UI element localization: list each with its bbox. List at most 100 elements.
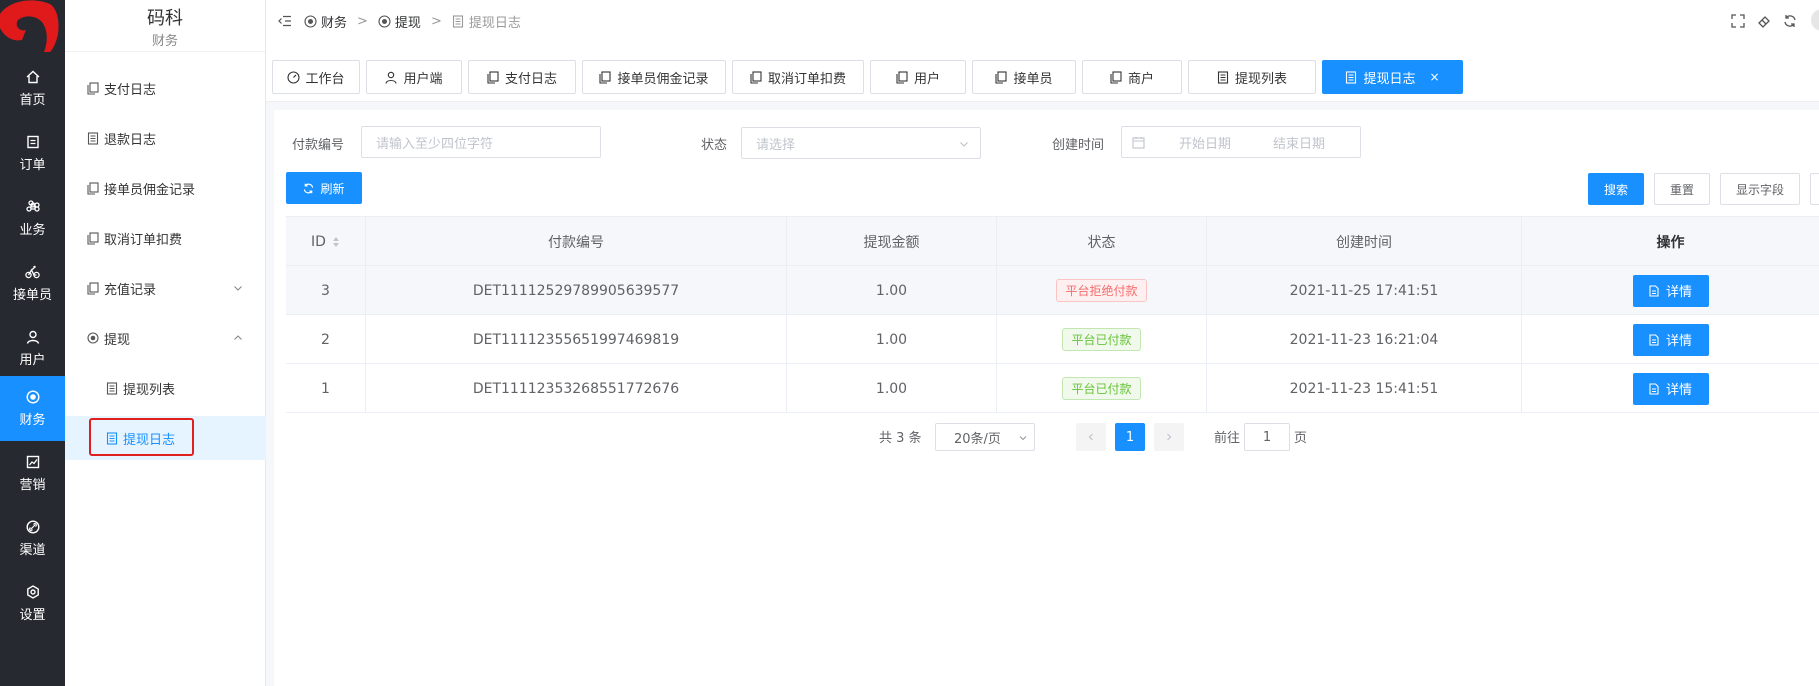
- page-size-select[interactable]: 20条/页: [935, 423, 1035, 451]
- tab-withdraw-list[interactable]: 提现列表: [1188, 60, 1316, 94]
- status-badge: 平台拒绝付款: [1056, 279, 1147, 302]
- more-button[interactable]: [1810, 173, 1819, 205]
- rail-item-users[interactable]: 用户: [0, 316, 65, 381]
- submenu-label: 充值记录: [104, 282, 157, 298]
- payment-no-label: 付款编号: [292, 138, 345, 153]
- cell-payment-no: DET11112353268551772676: [366, 364, 787, 413]
- document-icon: [1110, 70, 1123, 84]
- submenu-label: 取消订单扣费: [104, 232, 183, 248]
- rail-item-home[interactable]: 首页: [0, 56, 65, 121]
- status-select[interactable]: 请选择: [741, 127, 981, 159]
- clear-cache-icon[interactable]: [1757, 14, 1771, 32]
- submenu-label: 提现列表: [123, 382, 176, 398]
- submenu-item-recharge[interactable]: 充值记录: [65, 266, 266, 310]
- goto-page-input[interactable]: 1: [1244, 423, 1290, 451]
- refresh-button[interactable]: 刷新: [286, 172, 362, 204]
- prev-page-button[interactable]: [1076, 423, 1106, 451]
- tab-label: 接单员佣金记录: [617, 71, 709, 87]
- tab-cancel-fee[interactable]: 取消订单扣费: [732, 60, 864, 94]
- detail-button[interactable]: 详情: [1632, 274, 1709, 307]
- search-button[interactable]: 搜索: [1588, 173, 1644, 205]
- refresh-icon[interactable]: [1783, 14, 1797, 32]
- document-icon: [87, 231, 99, 245]
- rail-item-marketing[interactable]: 营销: [0, 441, 65, 506]
- tab-merchants[interactable]: 商户: [1082, 60, 1182, 94]
- submenu-item-refund-log[interactable]: 退款日志: [65, 116, 266, 160]
- submenu-item-rider-commission[interactable]: 接单员佣金记录: [65, 166, 266, 210]
- tab-workbench[interactable]: 工作台: [272, 60, 360, 94]
- tab-label: 提现日志: [1363, 71, 1416, 87]
- sort-icon[interactable]: [332, 236, 340, 248]
- document-icon: [87, 181, 99, 195]
- detail-button[interactable]: 详情: [1632, 372, 1709, 405]
- rail-item-orders[interactable]: 订单: [0, 121, 65, 186]
- pagination: 共 3 条: [879, 422, 922, 450]
- tab-payment-log[interactable]: 支付日志: [468, 60, 576, 94]
- tab-label: 接单员: [1013, 71, 1053, 87]
- goto-page-value: 1: [1262, 429, 1272, 445]
- payment-no-input[interactable]: 请输入至少四位字符: [361, 126, 601, 158]
- logo: [0, 0, 65, 56]
- submenu-label: 提现日志: [123, 432, 176, 448]
- submenu-label: 退款日志: [104, 132, 157, 148]
- column-header-id[interactable]: ID: [286, 217, 366, 266]
- document-icon: [487, 70, 500, 84]
- withdraw-log-table: ID 付款编号 提现金额 状态 创建时间 操作 3 DET11112529789…: [286, 216, 1819, 413]
- finance-submenu: 码科 财务 支付日志 退款日志 接单员佣金记录 取消订单扣费 充值记录 提现 提…: [65, 0, 266, 686]
- home-icon: [25, 69, 41, 85]
- end-date-placeholder[interactable]: 结束日期: [1257, 133, 1341, 152]
- user-icon: [385, 71, 398, 84]
- rail-label-settings: 设置: [19, 608, 46, 623]
- chevron-down-icon: [958, 138, 970, 154]
- document-icon: [1649, 333, 1659, 346]
- detail-label: 详情: [1665, 383, 1692, 398]
- rail-item-channel[interactable]: 渠道: [0, 506, 65, 571]
- close-icon[interactable]: ×: [1429, 70, 1439, 84]
- rail-item-settings[interactable]: 设置: [0, 571, 65, 636]
- column-header-status: 状态: [997, 217, 1207, 266]
- tab-label: 商户: [1127, 71, 1154, 87]
- submenu-item-withdraw-list[interactable]: 提现列表: [65, 366, 266, 410]
- fullscreen-icon[interactable]: [1731, 14, 1745, 32]
- column-settings-button[interactable]: 显示字段: [1720, 173, 1800, 205]
- submenu-item-withdraw-log[interactable]: 提现日志: [65, 416, 266, 460]
- detail-button[interactable]: 详情: [1632, 323, 1709, 356]
- submenu-item-cancel-fee[interactable]: 取消订单扣费: [65, 216, 266, 260]
- rail-item-finance[interactable]: 财务: [0, 376, 65, 441]
- breadcrumb-separator: >: [430, 13, 442, 29]
- table-row: 2 DET11112355651997469819 1.00 平台已付款 202…: [286, 315, 1819, 364]
- rail-item-business[interactable]: 业务: [0, 186, 65, 251]
- submenu-item-withdraw[interactable]: 提现: [65, 316, 266, 360]
- table-header-row: ID 付款编号 提现金额 状态 创建时间 操作: [286, 217, 1819, 266]
- current-page: 1: [1125, 429, 1135, 445]
- avatar[interactable]: [1811, 9, 1819, 31]
- chevron-down-icon: [1018, 432, 1028, 447]
- status-badge: 平台已付款: [1062, 328, 1141, 351]
- cell-id: 3: [286, 266, 366, 315]
- rail-item-riders[interactable]: 接单员: [0, 251, 65, 316]
- page-number-button[interactable]: 1: [1115, 423, 1145, 451]
- rail-label-home: 首页: [19, 93, 46, 108]
- table-row: 1 DET11112353268551772676 1.00 平台已付款 202…: [286, 364, 1819, 413]
- tab-users[interactable]: 用户: [870, 60, 966, 94]
- breadcrumb-separator: >: [357, 13, 368, 29]
- start-date-placeholder[interactable]: 开始日期: [1163, 133, 1247, 152]
- submenu-item-payment-log[interactable]: 支付日志: [65, 66, 266, 110]
- breadcrumb-item[interactable]: 提现: [395, 12, 421, 31]
- tab-withdraw-log[interactable]: 提现日志 ×: [1322, 60, 1463, 94]
- collapse-menu-icon[interactable]: [278, 15, 292, 27]
- tab-riders[interactable]: 接单员: [972, 60, 1076, 94]
- submenu-label: 提现: [104, 332, 131, 348]
- date-range-picker[interactable]: 开始日期 结束日期: [1121, 126, 1361, 158]
- header-label: 操作: [1656, 234, 1685, 251]
- tab-rider-commission[interactable]: 接单员佣金记录: [582, 60, 726, 94]
- breadcrumb-item[interactable]: 财务: [321, 12, 347, 31]
- next-page-button[interactable]: [1154, 423, 1184, 451]
- detail-label: 详情: [1665, 285, 1692, 300]
- document-icon: [1649, 284, 1659, 297]
- tab-user-app[interactable]: 用户端: [366, 60, 462, 94]
- reset-button[interactable]: 重置: [1654, 173, 1710, 205]
- tab-label: 工作台: [305, 71, 345, 87]
- rail-label-business: 业务: [19, 223, 46, 238]
- cell-created: 2021-11-25 17:41:51: [1207, 266, 1522, 315]
